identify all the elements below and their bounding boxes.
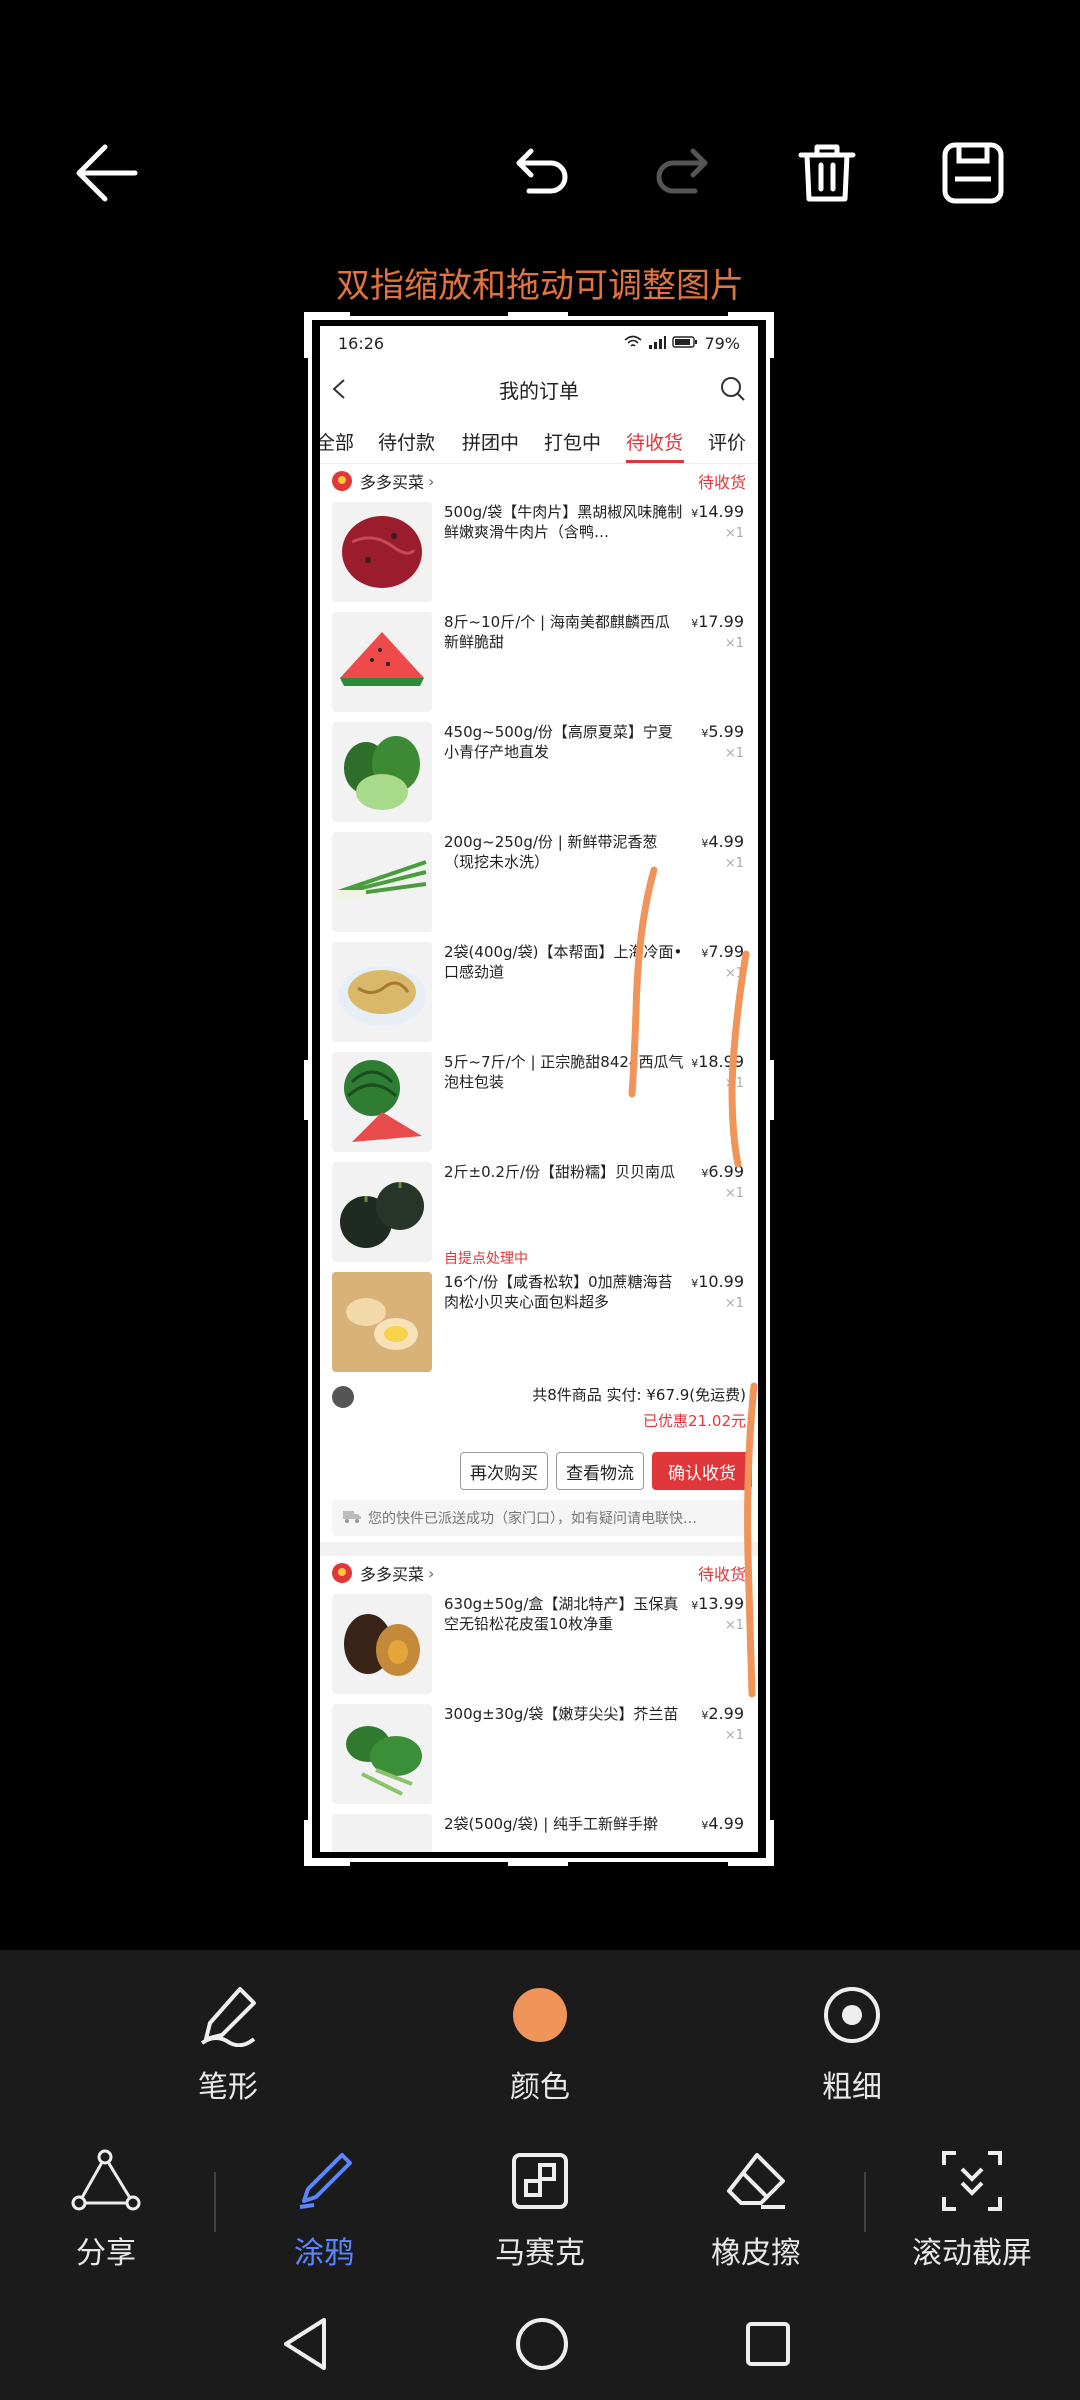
- brush-stroke-icon: [193, 1980, 263, 2050]
- recents-square-icon[interactable]: [744, 2320, 792, 2372]
- toolbar-divider: [214, 2172, 216, 2232]
- thickness-icon: [817, 1980, 887, 2050]
- back-arrow-icon[interactable]: [62, 128, 152, 218]
- scroll-screenshot-tool[interactable]: 滚动截屏: [902, 2146, 1042, 2272]
- crop-handle-top[interactable]: [508, 312, 568, 320]
- tool-label: 笔形: [198, 2070, 258, 2105]
- toolbar-divider: [864, 2172, 866, 2232]
- mosaic-tool[interactable]: 马赛克: [490, 2146, 590, 2272]
- trash-icon[interactable]: [782, 128, 872, 218]
- thickness-tool[interactable]: 粗细: [802, 1980, 902, 2106]
- eraser-icon: [721, 2146, 791, 2216]
- pen-style-tool[interactable]: 笔形: [178, 1980, 278, 2106]
- doodle-tool[interactable]: 涂鸦: [274, 2146, 374, 2272]
- crop-handle-bottom-right[interactable]: [728, 1820, 774, 1866]
- crop-handle-bottom[interactable]: [508, 1858, 568, 1866]
- home-circle-icon[interactable]: [514, 2316, 570, 2376]
- tool-label: 颜色: [510, 2070, 570, 2105]
- crop-handle-right[interactable]: [766, 1060, 774, 1120]
- save-icon[interactable]: [928, 128, 1018, 218]
- tool-label: 橡皮擦: [711, 2236, 801, 2271]
- system-navigation-bar: [0, 2300, 1080, 2390]
- back-triangle-icon[interactable]: [280, 2316, 330, 2376]
- share-tool[interactable]: 分享: [56, 2146, 156, 2272]
- scroll-screenshot-icon: [937, 2146, 1007, 2216]
- crop-handle-left[interactable]: [304, 1060, 312, 1120]
- crop-handle-bottom-left[interactable]: [304, 1820, 350, 1866]
- redo-icon[interactable]: [636, 128, 726, 218]
- hint-text: 双指缩放和拖动可调整图片: [336, 266, 744, 306]
- tool-label: 分享: [76, 2236, 136, 2271]
- eraser-tool[interactable]: 橡皮擦: [706, 2146, 806, 2272]
- crop-handle-top-right[interactable]: [728, 312, 774, 358]
- tool-label: 滚动截屏: [912, 2236, 1032, 2271]
- crop-frame[interactable]: [308, 316, 770, 1862]
- pen-icon: [289, 2146, 359, 2216]
- color-tool[interactable]: 颜色: [490, 1980, 590, 2106]
- tool-label: 涂鸦: [294, 2236, 354, 2271]
- tool-label: 马赛克: [495, 2236, 585, 2271]
- share-icon: [71, 2146, 141, 2216]
- mosaic-icon: [505, 2146, 575, 2216]
- tool-label: 粗细: [822, 2070, 882, 2105]
- crop-handle-top-left[interactable]: [304, 312, 350, 358]
- undo-icon[interactable]: [498, 128, 588, 218]
- color-dot-icon: [505, 1980, 575, 2050]
